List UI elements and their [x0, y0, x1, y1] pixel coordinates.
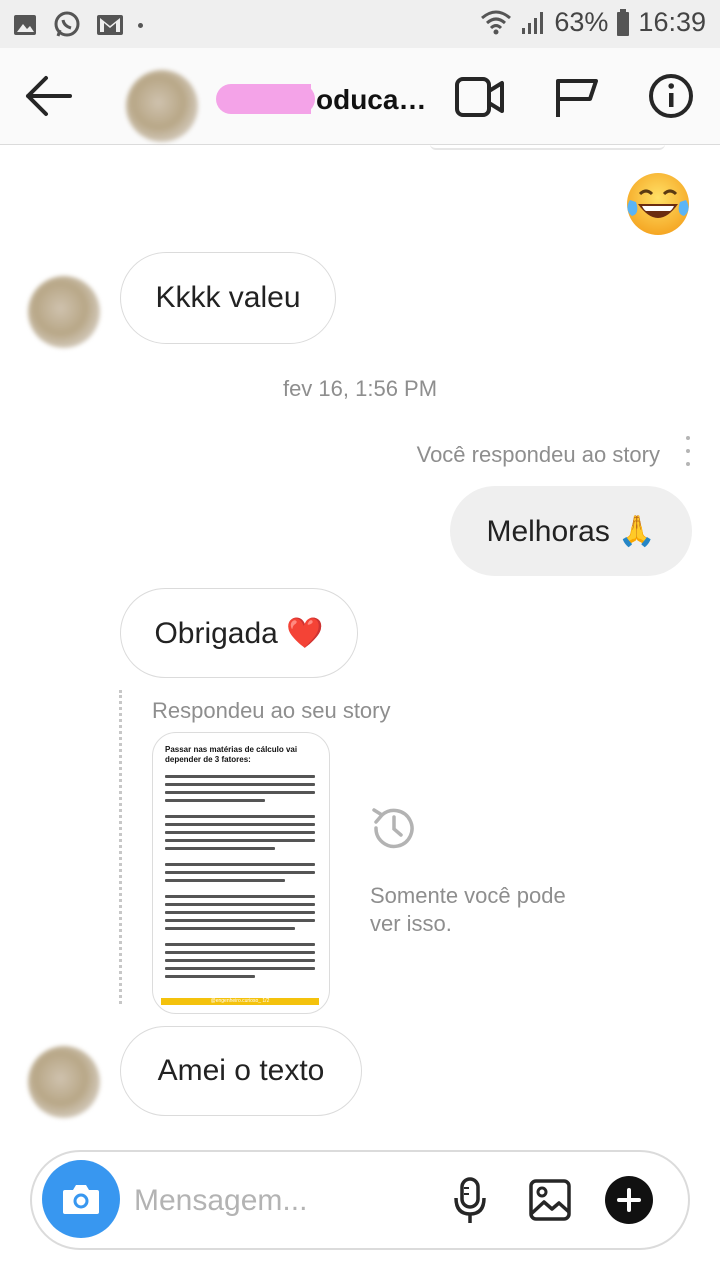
battery-icon [617, 8, 630, 36]
clock: 16:39 [638, 7, 706, 37]
only-you-can-see-notice: Somente você pode ver isso. [370, 883, 566, 936]
contact-name[interactable]: oduca… [316, 84, 426, 116]
redaction-blob [216, 84, 315, 114]
whatsapp-icon [54, 11, 80, 37]
camera-icon [63, 1185, 99, 1214]
story-text-line [165, 927, 295, 930]
message-timestamp: fev 16, 1:56 PM [282, 376, 438, 401]
status-bar: 63% 16:39 [0, 0, 720, 48]
video-call-icon[interactable] [454, 75, 506, 119]
sender-avatar[interactable] [28, 276, 100, 348]
story-text-line [165, 895, 315, 898]
story-text-line [165, 823, 315, 826]
signal-icon [522, 11, 544, 34]
story-reply-dots [686, 436, 692, 475]
system-status: 63% 16:39 [480, 7, 706, 38]
incoming-message[interactable]: Amei o texto [120, 1026, 362, 1116]
story-text-line [165, 951, 315, 954]
story-reply-label: Você respondeu ao story [416, 442, 660, 467]
camera-button[interactable] [42, 1160, 120, 1238]
story-thumbnail[interactable]: Passar nas matérias de cálculo vai depen… [152, 732, 330, 1014]
flag-icon[interactable] [554, 75, 600, 119]
story-reply-thread-line [119, 690, 122, 1004]
story-text-line [165, 783, 315, 786]
wifi-icon [481, 10, 512, 34]
story-text-line [165, 831, 315, 834]
story-text-line [165, 871, 315, 874]
story-text-line [165, 815, 315, 818]
gallery-icon [14, 15, 36, 35]
gallery-icon[interactable] [528, 1178, 572, 1222]
story-title: Passar nas matérias de cálculo vai depen… [165, 745, 298, 764]
story-text-line [165, 791, 315, 794]
history-icon [372, 808, 414, 849]
contact-avatar[interactable] [126, 70, 198, 142]
dot-icon [138, 22, 143, 28]
story-text-line [165, 903, 315, 906]
story-text-line [165, 799, 265, 802]
back-arrow-icon[interactable] [22, 74, 74, 118]
story-reply-label-in: Respondeu ao seu story [152, 698, 391, 723]
previous-bubble-edge [430, 144, 665, 150]
microphone-icon[interactable] [452, 1176, 488, 1226]
story-text-line [165, 975, 255, 978]
story-text-line [165, 863, 315, 866]
plus-icon [617, 1188, 641, 1212]
story-text-line [165, 839, 315, 842]
story-text-line [165, 775, 315, 778]
story-footer: @engenheiro.curioso_ 1/2 [161, 998, 319, 1005]
incoming-message[interactable]: Kkkk valeu [120, 252, 336, 344]
incoming-message[interactable]: Obrigada ❤️ [120, 588, 358, 678]
info-icon[interactable] [648, 73, 694, 119]
notification-icons [12, 10, 143, 40]
story-text-line [165, 911, 315, 914]
outgoing-message[interactable]: Melhoras 🙏 [450, 486, 692, 576]
story-text-line [165, 847, 275, 850]
battery-percent: 63% [554, 7, 609, 37]
sender-avatar[interactable] [28, 1046, 100, 1118]
story-text-line [165, 919, 315, 922]
gmail-icon [97, 15, 123, 35]
message-composer [30, 1150, 690, 1250]
story-text-line [165, 879, 285, 882]
message-input[interactable]: Mensagem... [134, 1184, 307, 1218]
laughing-tears-emoji [627, 173, 689, 235]
more-options-button[interactable] [605, 1176, 653, 1224]
story-text-line [165, 967, 315, 970]
story-text-line [165, 943, 315, 946]
story-text-line [165, 959, 315, 962]
